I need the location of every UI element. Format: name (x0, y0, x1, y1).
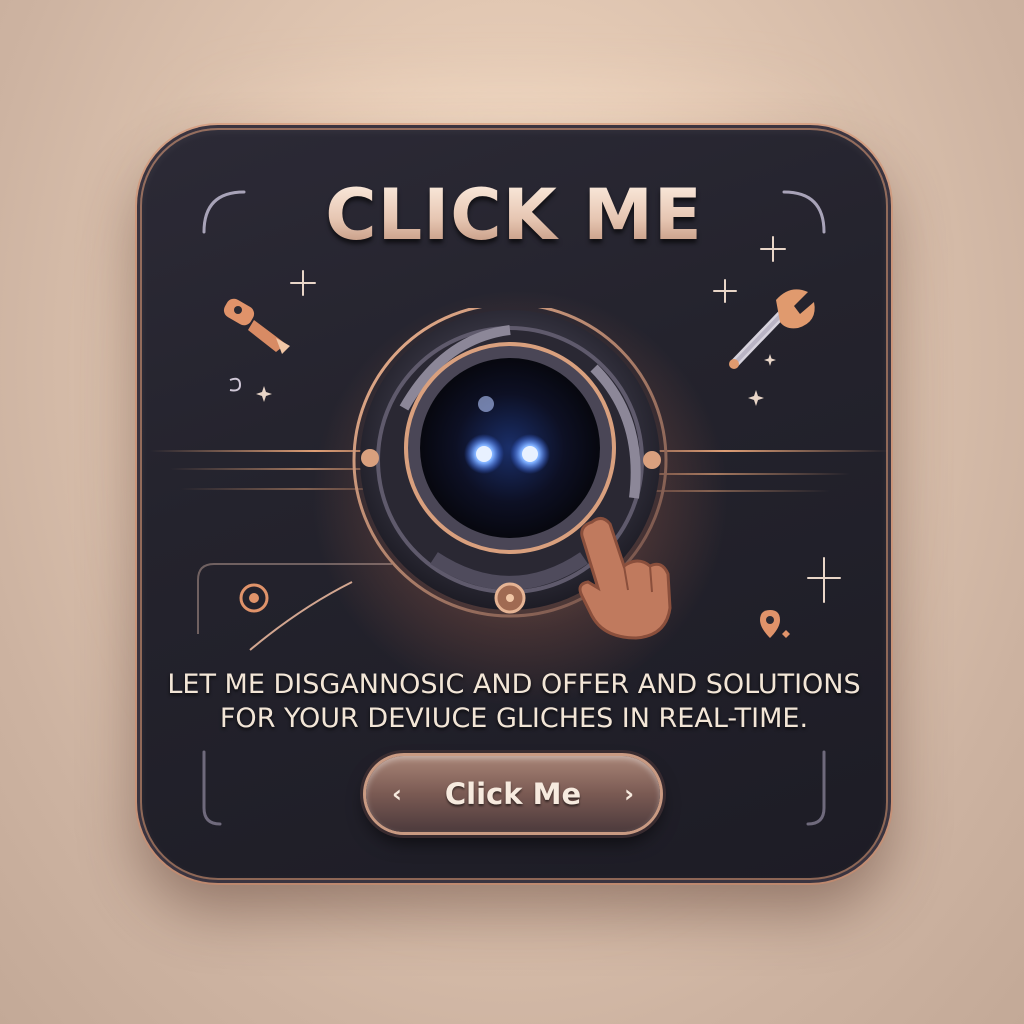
description-line: LET ME DISGANNOSIC AND OFFER AND SOLUTIO… (167, 669, 861, 700)
sparkle-icon (290, 270, 316, 296)
sparkle-icon (748, 390, 764, 406)
sparkle-icon (807, 557, 841, 603)
corner-bracket-bottom-right (806, 750, 826, 826)
curl-icon (229, 377, 242, 392)
click-me-button[interactable]: ‹ Click Me › (366, 756, 660, 832)
card-description: LET ME DISGANNOSIC AND OFFER AND SOLUTIO… (140, 668, 888, 736)
chevron-right-icon: › (624, 780, 634, 808)
click-me-card: CLICK ME LET ME DISGANNOSIC AND OFFER AN… (140, 128, 888, 880)
sparkle-icon (764, 354, 776, 366)
sparkle-icon (713, 279, 737, 303)
chevron-left-icon: ‹ (392, 780, 402, 808)
sparkle-icon (760, 236, 786, 262)
screwdriver-icon (223, 298, 290, 354)
sparkle-icon (256, 386, 272, 402)
corner-bracket-bottom-left (202, 750, 222, 826)
description-line: FOR YOUR DEVIUCE GLICHES IN REAL-TIME. (219, 703, 809, 734)
pointing-hand-icon (578, 517, 672, 640)
location-pin-icon (760, 610, 790, 638)
click-me-button-label: Click Me (444, 777, 582, 811)
